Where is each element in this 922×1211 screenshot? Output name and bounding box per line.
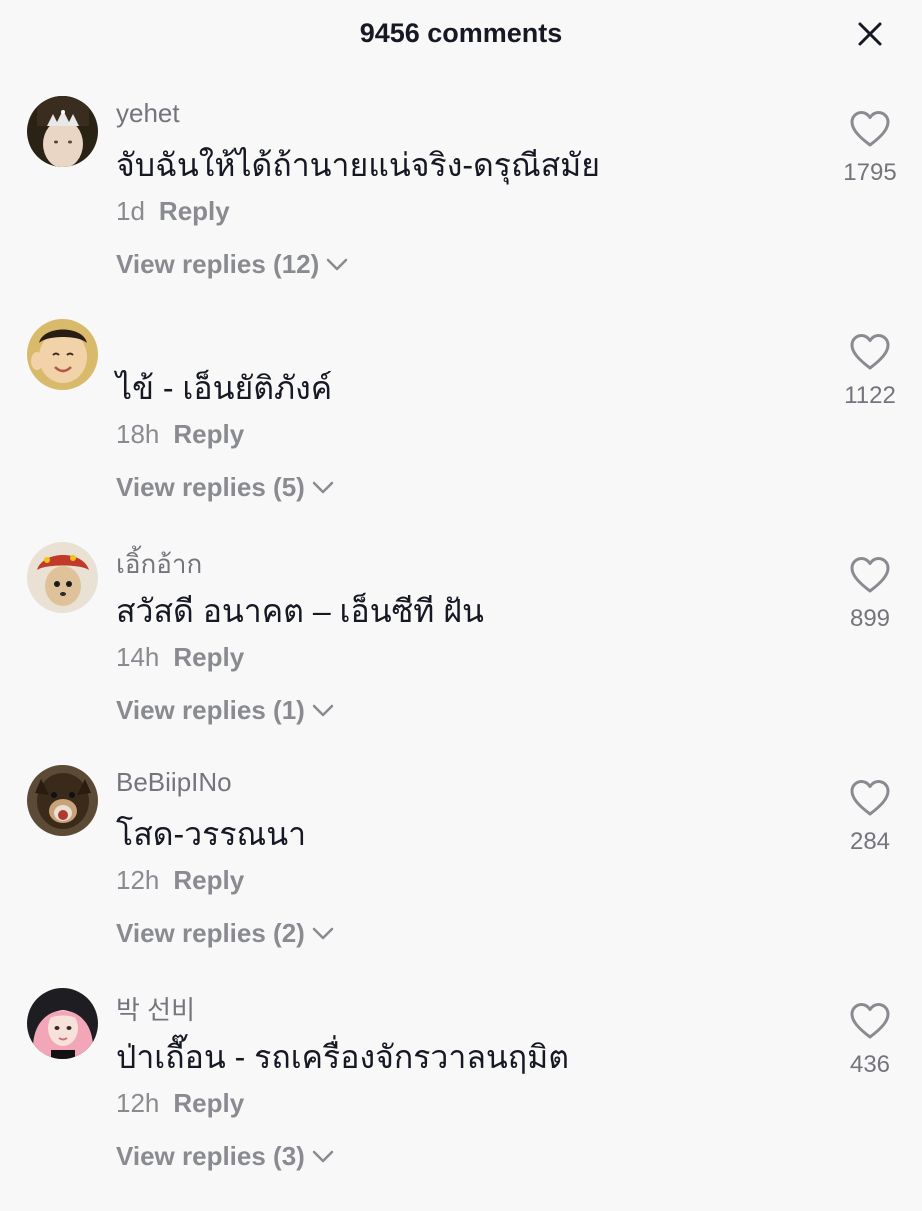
avatar[interactable]	[27, 542, 98, 613]
like-count: 1122	[844, 382, 896, 409]
comment-username[interactable]: 박 선비	[116, 990, 195, 1027]
reply-button[interactable]: Reply	[173, 642, 244, 672]
comment-item: 박 선비 ป่าเถื๊อน - รถเครื่องจักรวาลนฤมิต 1…	[0, 988, 922, 1211]
comment-username[interactable]: BeBiipINo	[116, 767, 232, 798]
like-control: 284	[830, 779, 910, 856]
view-replies-button[interactable]: View replies (5)	[116, 472, 335, 503]
heart-outline-icon[interactable]	[830, 333, 910, 376]
like-control: 1795	[830, 110, 910, 187]
comment-item: ไข้ - เอ็นยัติภังค์ 18h Reply View replie…	[0, 319, 922, 542]
comments-count-title: 9456 comments	[359, 18, 563, 48]
chevron-down-icon	[311, 472, 335, 503]
comment-time: 1d	[116, 196, 145, 226]
comments-header: 9456 comments	[0, 0, 922, 70]
comment-item: yehet จับฉันให้ได้ถ้านายแน่จริง-ดรุณีสมั…	[0, 96, 922, 319]
like-control: 899	[830, 556, 910, 633]
view-replies-button[interactable]: View replies (2)	[116, 918, 335, 949]
view-replies-label: View replies (12)	[116, 249, 320, 279]
heart-outline-icon[interactable]	[830, 556, 910, 599]
comment-time: 12h	[116, 865, 160, 895]
avatar[interactable]	[27, 319, 98, 390]
comment-item: BeBiipINo โสด-วรรณนา 12h Reply View repli…	[0, 765, 922, 988]
comment-time: 18h	[116, 419, 160, 449]
like-count: 1795	[843, 159, 897, 186]
comment-text: โสด-วรรณนา	[116, 816, 307, 852]
view-replies-label: View replies (3)	[116, 1141, 305, 1171]
comment-text: ไข้ - เอ็นยัติภังค์	[116, 370, 333, 406]
like-control: 436	[830, 1002, 910, 1079]
heart-outline-icon[interactable]	[830, 779, 910, 822]
avatar[interactable]	[27, 765, 98, 836]
comment-text: จับฉันให้ได้ถ้านายแน่จริง-ดรุณีสมัย	[116, 147, 601, 183]
reply-button[interactable]: Reply	[173, 419, 244, 449]
heart-outline-icon[interactable]	[830, 1002, 910, 1045]
view-replies-button[interactable]: View replies (1)	[116, 695, 335, 726]
chevron-down-icon	[325, 249, 349, 280]
view-replies-button[interactable]: View replies (12)	[116, 249, 349, 280]
avatar[interactable]	[27, 988, 98, 1059]
comment-meta: 12h Reply	[116, 1088, 244, 1119]
comment-text: สวัสดี อนาคต – เอ็นซีที ฝัน	[116, 593, 484, 629]
comment-username[interactable]: เอิ้กอ้าก	[116, 544, 202, 585]
like-count: 284	[849, 828, 891, 855]
comment-text: ป่าเถื๊อน - รถเครื่องจักรวาลนฤมิต	[116, 1039, 570, 1075]
chevron-down-icon	[311, 695, 335, 726]
view-replies-label: View replies (2)	[116, 918, 305, 948]
comment-meta: 18h Reply	[116, 419, 244, 450]
chevron-down-icon	[311, 1141, 335, 1172]
comment-meta: 1d Reply	[116, 196, 230, 227]
like-count: 899	[849, 605, 891, 632]
comment-item: เอิ้กอ้าก สวัสดี อนาคต – เอ็นซีที ฝัน 14…	[0, 542, 922, 765]
comment-meta: 12h Reply	[116, 865, 244, 896]
heart-outline-icon[interactable]	[830, 110, 910, 153]
avatar[interactable]	[27, 96, 98, 167]
view-replies-button[interactable]: View replies (3)	[116, 1141, 335, 1172]
view-replies-label: View replies (5)	[116, 472, 305, 502]
reply-button[interactable]: Reply	[173, 865, 244, 895]
comment-username[interactable]: yehet	[116, 98, 180, 129]
comment-time: 12h	[116, 1088, 160, 1118]
like-count: 436	[849, 1051, 891, 1078]
close-icon[interactable]	[850, 14, 890, 54]
comment-meta: 14h Reply	[116, 642, 244, 673]
view-replies-label: View replies (1)	[116, 695, 305, 725]
comment-time: 14h	[116, 642, 160, 672]
reply-button[interactable]: Reply	[173, 1088, 244, 1118]
like-control: 1122	[830, 333, 910, 410]
chevron-down-icon	[311, 918, 335, 949]
reply-button[interactable]: Reply	[159, 196, 230, 226]
